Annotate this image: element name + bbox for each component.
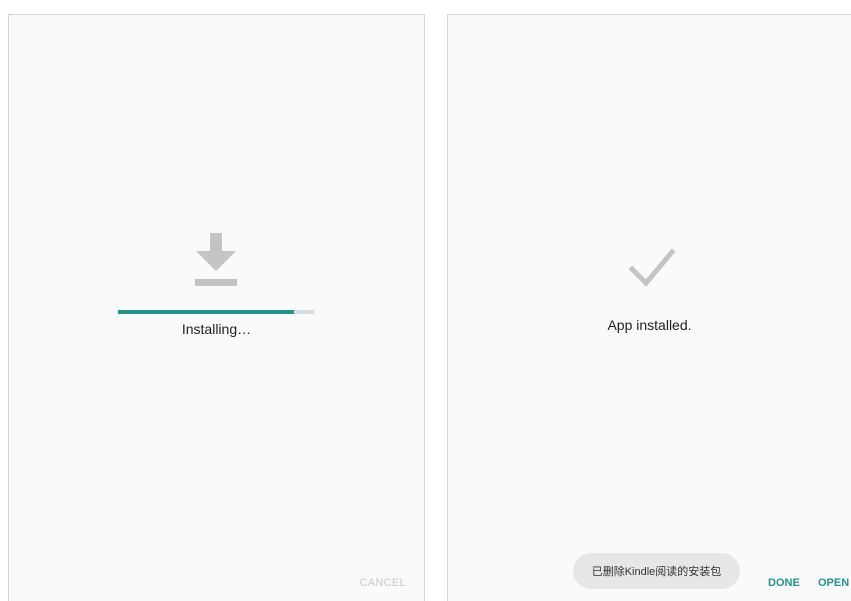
check-icon [629,248,675,287]
cancel-button[interactable]: CANCEL [360,577,406,589]
installing-screen: Installing… CANCEL [8,14,425,601]
toast-message: 已删除Kindle阅读的安装包 [573,553,740,589]
install-progress-bar [118,310,314,314]
install-progress-fill [118,310,295,314]
installing-status-text: Installing… [181,321,252,337]
open-button[interactable]: OPEN [818,577,849,589]
download-icon [195,233,237,286]
installed-screen: App installed. 已删除Kindle阅读的安装包 DONE OPEN [447,14,851,601]
installed-status-text: App installed. [607,317,692,333]
done-button[interactable]: DONE [768,577,800,589]
